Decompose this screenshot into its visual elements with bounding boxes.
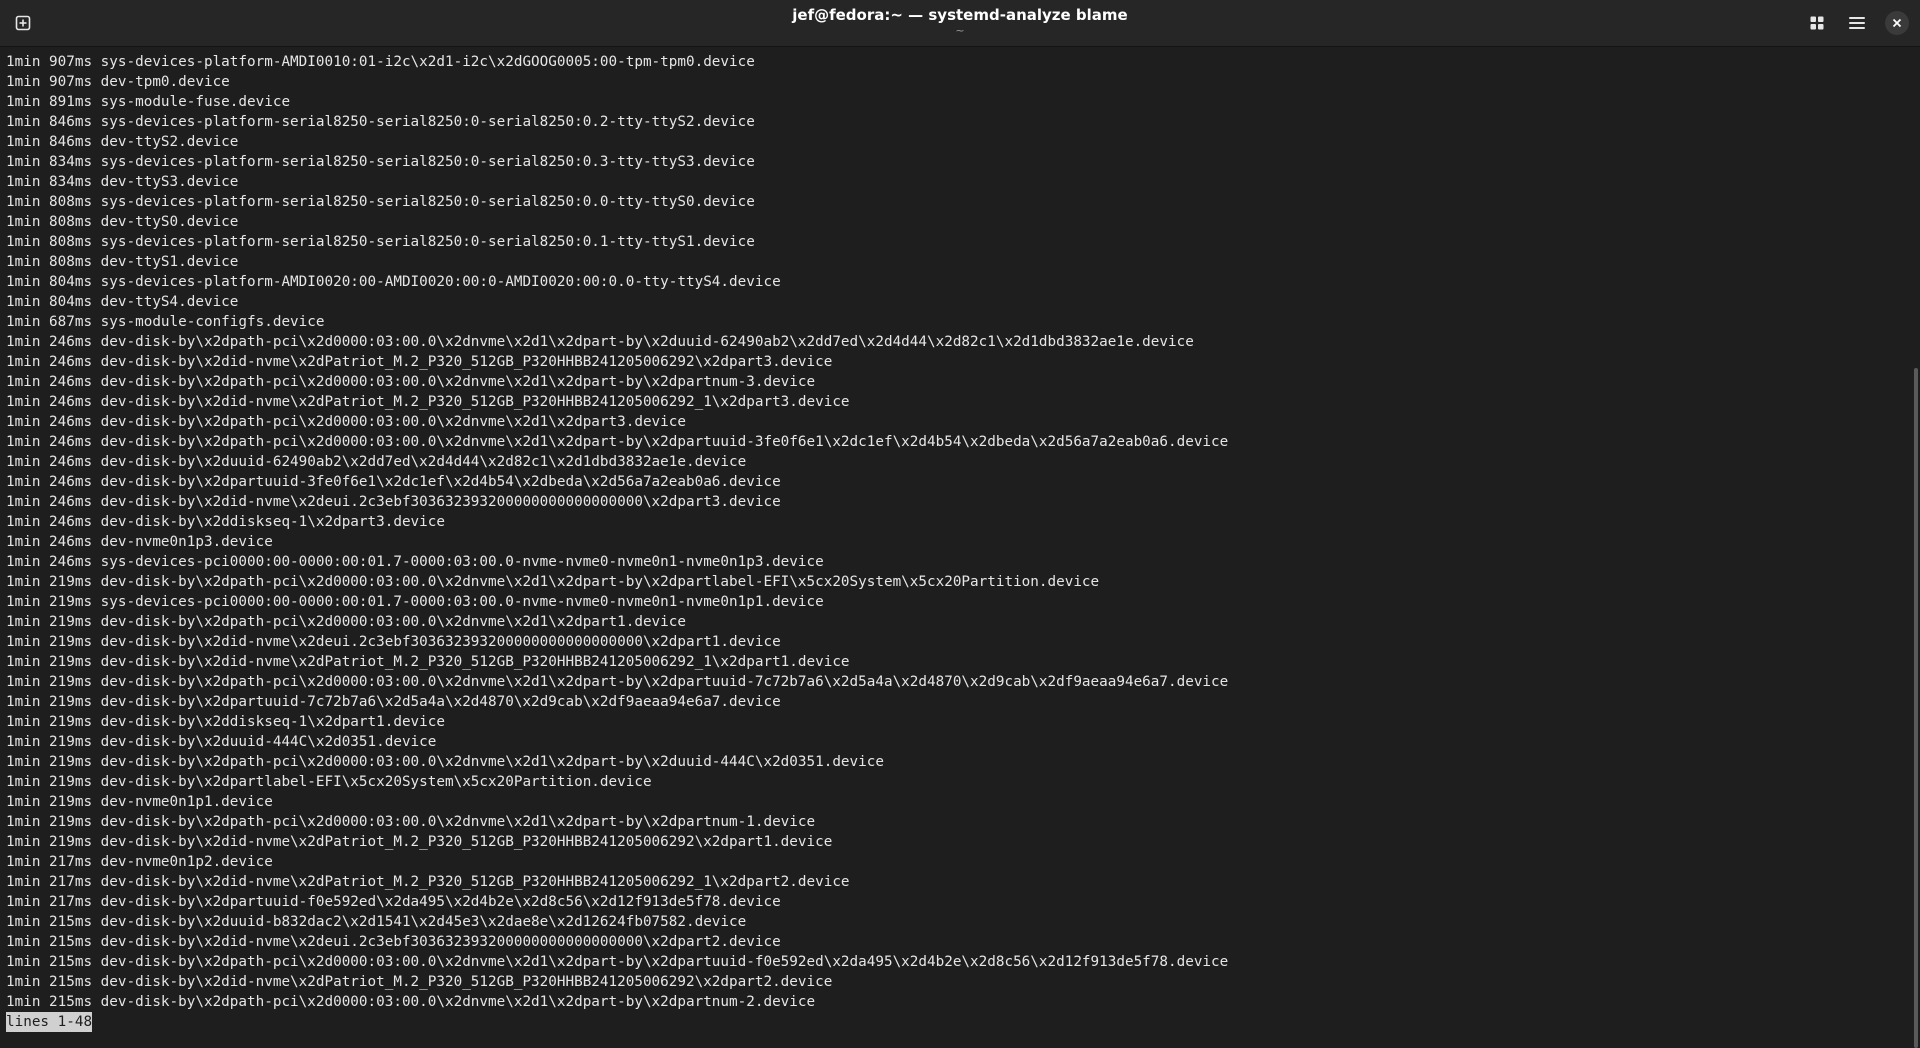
window-title: jef@fedora:~ — systemd-analyze blame	[792, 6, 1128, 24]
output-line: 1min 219ms dev-disk-by\x2dpath-pci\x2d00…	[6, 674, 1229, 690]
output-line: 1min 804ms sys-devices-platform-AMDI0020…	[6, 274, 781, 290]
scrollbar-thumb[interactable]	[1914, 368, 1918, 1048]
output-line: 1min 215ms dev-disk-by\x2dpath-pci\x2d00…	[6, 954, 1229, 970]
output-line: 1min 219ms dev-disk-by\x2did-nvme\x2deui…	[6, 634, 781, 650]
output-line: 1min 246ms dev-disk-by\x2dpath-pci\x2d00…	[6, 374, 816, 390]
output-line: 1min 215ms dev-disk-by\x2did-nvme\x2dPat…	[6, 974, 833, 990]
output-lines: 1min 907ms sys-devices-platform-AMDI0010…	[6, 52, 1886, 1012]
terminal-window: jef@fedora:~ — systemd-analyze blame ~ 1…	[0, 0, 1920, 1048]
hamburger-menu-icon	[1849, 17, 1865, 29]
output-line: 1min 219ms dev-disk-by\x2dpartlabel-EFI\…	[6, 774, 652, 790]
output-line: 1min 246ms sys-devices-pci0000:00-0000:0…	[6, 554, 824, 570]
output-line: 1min 808ms dev-ttyS0.device	[6, 214, 239, 230]
output-line: 1min 846ms dev-ttyS2.device	[6, 134, 239, 150]
output-line: 1min 217ms dev-disk-by\x2did-nvme\x2dPat…	[6, 874, 850, 890]
main-menu-button[interactable]	[1842, 8, 1872, 38]
output-line: 1min 219ms dev-disk-by\x2dpath-pci\x2d00…	[6, 814, 816, 830]
close-button[interactable]	[1882, 8, 1912, 38]
output-line: 1min 246ms dev-disk-by\x2dpath-pci\x2d00…	[6, 414, 686, 430]
output-line: 1min 687ms sys-module-configfs.device	[6, 314, 325, 330]
output-line: 1min 219ms dev-disk-by\x2ddiskseq-1\x2dp…	[6, 714, 445, 730]
output-line: 1min 834ms dev-ttyS3.device	[6, 174, 239, 190]
output-line: 1min 846ms sys-devices-platform-serial82…	[6, 114, 755, 130]
title-area: jef@fedora:~ — systemd-analyze blame ~	[560, 5, 1360, 37]
new-tab-icon	[15, 15, 31, 31]
output-line: 1min 808ms sys-devices-platform-serial82…	[6, 194, 755, 210]
output-line: 1min 219ms dev-disk-by\x2duuid-444C\x2d0…	[6, 734, 437, 750]
output-line: 1min 834ms sys-devices-platform-serial82…	[6, 154, 755, 170]
new-tab-button[interactable]	[8, 8, 38, 38]
output-line: 1min 246ms dev-disk-by\x2duuid-62490ab2\…	[6, 454, 747, 470]
output-line: 1min 907ms sys-devices-platform-AMDI0010…	[6, 54, 755, 70]
output-line: 1min 215ms dev-disk-by\x2duuid-b832dac2\…	[6, 914, 747, 930]
output-line: 1min 217ms dev-nvme0n1p2.device	[6, 854, 273, 870]
close-icon	[1892, 18, 1902, 28]
output-line: 1min 246ms dev-disk-by\x2dpath-pci\x2d00…	[6, 334, 1194, 350]
output-line: 1min 217ms dev-disk-by\x2dpartuuid-f0e59…	[6, 894, 781, 910]
output-line: 1min 246ms dev-disk-by\x2did-nvme\x2deui…	[6, 494, 781, 510]
output-line: 1min 215ms dev-disk-by\x2did-nvme\x2deui…	[6, 934, 781, 950]
tab-overview-button[interactable]	[1802, 8, 1832, 38]
output-line: 1min 246ms dev-disk-by\x2dpartuuid-3fe0f…	[6, 474, 781, 490]
output-line: 1min 219ms dev-disk-by\x2did-nvme\x2dPat…	[6, 834, 833, 850]
titlebar[interactable]: jef@fedora:~ — systemd-analyze blame ~	[0, 0, 1920, 47]
output-line: 1min 246ms dev-nvme0n1p3.device	[6, 534, 273, 550]
output-line: 1min 246ms dev-disk-by\x2dpath-pci\x2d00…	[6, 434, 1229, 450]
output-line: 1min 219ms dev-disk-by\x2dpath-pci\x2d00…	[6, 614, 686, 630]
terminal-output[interactable]: 1min 907ms sys-devices-platform-AMDI0010…	[0, 46, 1920, 1048]
output-line: 1min 246ms dev-disk-by\x2ddiskseq-1\x2dp…	[6, 514, 445, 530]
output-line: 1min 215ms dev-disk-by\x2dpath-pci\x2d00…	[6, 994, 816, 1010]
output-line: 1min 219ms dev-disk-by\x2dpartuuid-7c72b…	[6, 694, 781, 710]
grid-view-icon	[1810, 16, 1824, 30]
output-line: 1min 219ms dev-disk-by\x2dpath-pci\x2d00…	[6, 754, 884, 770]
scrollbar[interactable]	[1914, 46, 1920, 1048]
window-subtitle: ~	[955, 24, 965, 37]
output-line: 1min 891ms sys-module-fuse.device	[6, 94, 291, 110]
output-line: 1min 808ms sys-devices-platform-serial82…	[6, 234, 755, 250]
output-line: 1min 808ms dev-ttyS1.device	[6, 254, 239, 270]
output-line: 1min 907ms dev-tpm0.device	[6, 74, 230, 90]
output-line: 1min 219ms sys-devices-pci0000:00-0000:0…	[6, 594, 824, 610]
output-line: 1min 246ms dev-disk-by\x2did-nvme\x2dPat…	[6, 354, 833, 370]
output-line: 1min 219ms dev-disk-by\x2dpath-pci\x2d00…	[6, 574, 1100, 590]
output-line: 1min 804ms dev-ttyS4.device	[6, 294, 239, 310]
output-line: 1min 246ms dev-disk-by\x2did-nvme\x2dPat…	[6, 394, 850, 410]
pager-status-line: lines 1-48	[6, 1012, 93, 1032]
output-line: 1min 219ms dev-nvme0n1p1.device	[6, 794, 273, 810]
output-line: 1min 219ms dev-disk-by\x2did-nvme\x2dPat…	[6, 654, 850, 670]
